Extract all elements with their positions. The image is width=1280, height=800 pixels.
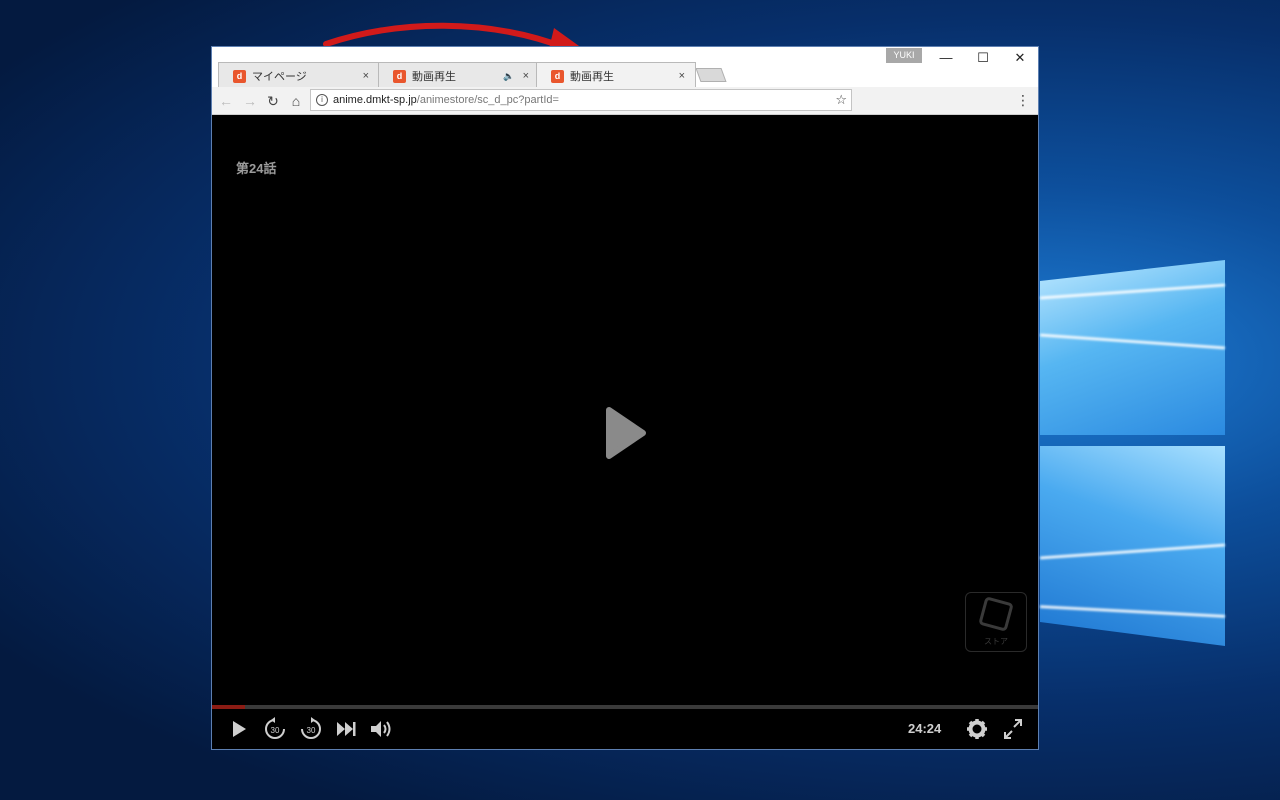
store-watermark: ストア <box>965 592 1027 652</box>
new-tab-button[interactable] <box>695 68 727 82</box>
video-player[interactable]: 第24話 ストア 30 30 24:24 <box>212 115 1038 749</box>
tab-video-2-active[interactable]: d 動画再生 × <box>536 62 696 87</box>
minimize-button[interactable]: — <box>928 47 964 69</box>
forward-30-icon[interactable]: 30 <box>299 717 323 741</box>
play-icon[interactable] <box>230 717 248 741</box>
fullscreen-icon[interactable] <box>1002 717 1024 741</box>
home-button[interactable]: ⌂ <box>287 92 305 110</box>
close-window-button[interactable]: ✕ <box>1002 47 1038 69</box>
forward-button[interactable]: → <box>241 92 259 110</box>
watermark-logo-icon <box>979 597 1013 631</box>
tab-video-1[interactable]: d 動画再生 🔈 × <box>378 62 540 87</box>
rewind-seconds: 30 <box>271 726 280 735</box>
windows-logo <box>1040 210 1280 650</box>
reload-button[interactable]: ↻ <box>264 92 282 110</box>
favicon-icon: d <box>551 69 564 83</box>
tab-title: 動画再生 <box>570 71 614 83</box>
speaker-icon[interactable]: 🔈 <box>503 71 514 82</box>
tab-title: 動画再生 <box>412 71 456 83</box>
maximize-button[interactable]: ☐ <box>965 47 1001 69</box>
duration-label: 24:24 <box>908 721 942 736</box>
player-controls: 30 30 24:24 <box>212 709 1038 749</box>
address-bar[interactable]: i anime.dmkt-sp.jp/animestore/sc_d_pc?pa… <box>310 89 852 111</box>
big-play-icon[interactable] <box>605 406 647 460</box>
tab-mypage[interactable]: d マイページ × <box>218 62 380 87</box>
rewind-30-icon[interactable]: 30 <box>263 717 287 741</box>
next-icon[interactable] <box>335 717 357 741</box>
url-host: anime.dmkt-sp.jp <box>333 94 417 106</box>
bookmark-star-icon[interactable]: ☆ <box>835 90 847 110</box>
url-path: /animestore/sc_d_pc?partId= <box>416 94 559 106</box>
close-icon[interactable]: × <box>523 70 529 82</box>
title-bar: d マイページ × d 動画再生 🔈 × d 動画再生 × YUKI — ☐ ✕ <box>212 47 1038 87</box>
favicon-icon: d <box>233 69 246 83</box>
info-icon[interactable]: i <box>316 94 328 106</box>
browser-window: d マイページ × d 動画再生 🔈 × d 動画再生 × YUKI — ☐ ✕ <box>211 46 1039 750</box>
episode-title: 第24話 <box>236 161 277 176</box>
tab-title: マイページ <box>252 71 307 83</box>
close-icon[interactable]: × <box>679 70 685 82</box>
gear-icon[interactable] <box>965 717 989 741</box>
volume-icon[interactable] <box>369 717 395 741</box>
favicon-icon: d <box>393 69 406 83</box>
watermark-text: ストア <box>984 637 1008 646</box>
profile-badge[interactable]: YUKI <box>886 48 922 63</box>
back-button[interactable]: ← <box>217 92 235 110</box>
toolbar: ← → ↻ ⌂ i anime.dmkt-sp.jp/animestore/sc… <box>212 87 1038 115</box>
forward-seconds: 30 <box>307 726 316 735</box>
menu-icon[interactable]: ⋮ <box>1016 92 1030 109</box>
close-icon[interactable]: × <box>363 70 369 82</box>
